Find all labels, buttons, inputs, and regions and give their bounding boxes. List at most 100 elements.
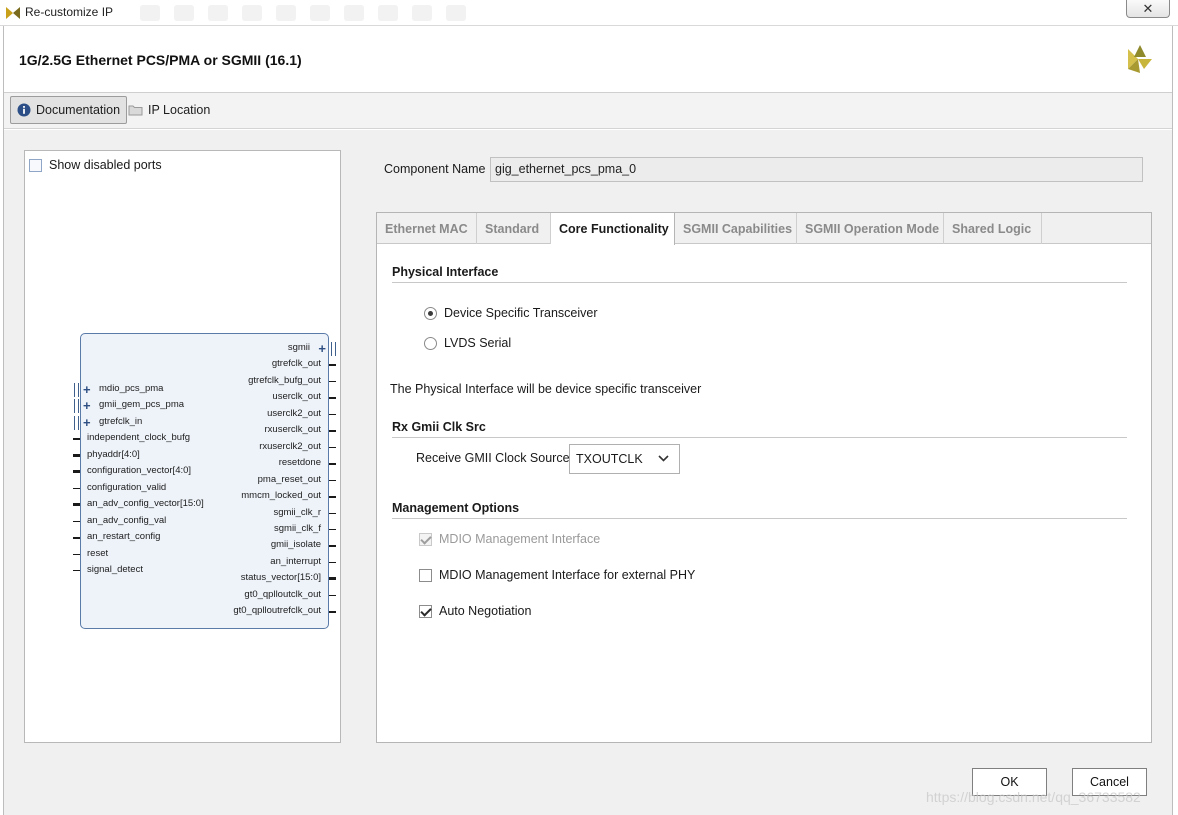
ghost-tool-icon — [174, 5, 194, 21]
radio-device-specific-transceiver[interactable]: Device Specific Transceiver — [424, 306, 598, 320]
component-name-field[interactable]: gig_ethernet_pcs_pma_0 — [490, 157, 1143, 182]
output-port[interactable]: gt0_qplloutrefclk_out — [88, 605, 336, 619]
output-port[interactable]: rxuserclk_out — [88, 424, 336, 438]
port-name: rxuserclk_out — [264, 424, 322, 436]
port-pin — [73, 553, 80, 555]
show-disabled-ports-checkbox[interactable]: Show disabled ports — [29, 158, 162, 172]
rx-gmii-clk-src-title: Rx Gmii Clk Src — [392, 420, 486, 434]
checkbox-label: MDIO Management Interface — [439, 532, 601, 546]
ip-location-button[interactable]: IP Location — [122, 96, 216, 124]
port-pin — [329, 430, 336, 432]
dialog-footer: OK Cancel — [4, 760, 1172, 815]
port-pin — [73, 453, 80, 457]
ip-block-symbol[interactable]: + mdio_pcs_pma + gmii_gem_pcs_pma + gtrefclk_… — [73, 333, 336, 629]
radio-button[interactable] — [424, 306, 437, 320]
port-name: userclk_out — [272, 391, 321, 403]
port-pin — [73, 503, 80, 507]
port-pin — [329, 446, 336, 449]
tab-core-functionality[interactable]: Core Functionality — [551, 213, 675, 245]
port-name: an_interrupt — [270, 555, 321, 567]
interface-bus-icon — [74, 383, 79, 397]
checkbox-box[interactable] — [419, 532, 432, 546]
port-pin — [329, 561, 336, 564]
config-tabs-panel: Ethernet MAC Standard Core Functionality… — [376, 212, 1152, 743]
folder-icon — [128, 104, 143, 116]
output-port[interactable]: userclk2_out — [88, 408, 336, 422]
mdio-management-interface-checkbox[interactable]: MDIO Management Interface — [419, 532, 600, 546]
output-port[interactable]: pma_reset_out — [88, 473, 336, 488]
output-port[interactable]: mmcm_locked_out — [88, 490, 336, 504]
ip-location-label: IP Location — [148, 103, 211, 117]
ghost-tool-icon — [140, 5, 160, 21]
radio-button[interactable] — [424, 336, 437, 350]
tab-shared-logic[interactable]: Shared Logic — [944, 213, 1042, 244]
ghost-tool-icon — [310, 5, 330, 21]
auto-negotiation-checkbox[interactable]: Auto Negotiation — [419, 604, 531, 618]
mdio-external-phy-checkbox[interactable]: MDIO Management Interface for external P… — [419, 568, 695, 582]
output-port[interactable]: an_interrupt — [88, 555, 336, 570]
documentation-label: Documentation — [36, 103, 121, 117]
output-port[interactable]: sgmii_clk_r — [88, 507, 336, 521]
port-pin — [329, 577, 336, 581]
tab-standard[interactable]: Standard — [477, 213, 551, 244]
section-divider — [392, 518, 1127, 519]
port-pin — [329, 496, 336, 498]
port-pin — [329, 364, 336, 366]
output-port[interactable]: resetdone — [88, 457, 336, 471]
section-divider — [392, 437, 1127, 438]
port-name: pma_reset_out — [257, 473, 321, 485]
port-pin — [73, 438, 80, 440]
port-name: resetdone — [278, 457, 321, 469]
tab-ethernet-mac[interactable]: Ethernet MAC — [377, 213, 477, 244]
checkbox-box[interactable] — [419, 604, 432, 618]
interface-bus-icon — [331, 342, 336, 356]
chevron-down-icon — [658, 455, 669, 462]
output-port[interactable]: gmii_isolate — [88, 539, 336, 553]
ghost-tool-icon — [412, 5, 432, 21]
info-icon — [17, 103, 31, 117]
selected-value: TXOUTCLK — [576, 452, 643, 466]
ghost-tool-icon — [446, 5, 466, 21]
port-pin — [73, 569, 80, 572]
port-pin — [329, 594, 336, 597]
ghost-tool-icon — [276, 5, 296, 21]
physical-interface-title: Physical Interface — [392, 265, 499, 279]
ghost-tool-icon — [208, 5, 228, 21]
documentation-button[interactable]: Documentation — [10, 96, 128, 124]
output-port[interactable]: rxuserclk2_out — [88, 441, 336, 455]
ip-toolbar: Documentation IP Location — [4, 93, 1172, 129]
output-port[interactable]: gtrefclk_out — [88, 358, 336, 372]
show-disabled-ports-label: Show disabled ports — [49, 158, 162, 172]
field-label: Receive GMII Clock Source — [416, 451, 570, 465]
checkbox-box[interactable] — [419, 568, 432, 582]
port-pin — [73, 537, 80, 539]
output-port[interactable]: status_vector[15:0] — [88, 572, 336, 586]
background-toolbar — [140, 5, 466, 21]
port-pin — [73, 520, 80, 523]
expand-plus-icon[interactable]: + — [318, 341, 326, 356]
ip-symbol-panel: Show disabled ports + mdio_pcs_pma + gmii_g… — [24, 150, 341, 743]
port-pin — [73, 470, 80, 474]
window-close-button[interactable]: ✕ — [1126, 0, 1170, 18]
tab-sgmii-capabilities[interactable]: SGMII Capabilities — [675, 213, 797, 244]
receive-gmii-clock-source-select[interactable]: TXOUTCLK — [569, 444, 680, 474]
port-pin — [329, 413, 336, 416]
window-title-bar: Re-customize IP ✕ — [0, 0, 1178, 26]
xilinx-logo-icon — [1128, 45, 1152, 73]
ghost-tool-icon — [242, 5, 262, 21]
ghost-tool-icon — [378, 5, 398, 21]
vivado-app-icon — [6, 7, 20, 19]
port-pin — [329, 380, 336, 383]
output-port[interactable]: userclk_out — [88, 391, 336, 405]
output-port[interactable]: sgmii_clk_f — [88, 522, 336, 537]
tab-sgmii-operation-mode[interactable]: SGMII Operation Mode — [797, 213, 944, 244]
dialog-header: 1G/2.5G Ethernet PCS/PMA or SGMII (16.1) — [4, 27, 1172, 93]
output-port[interactable]: sgmii + — [88, 341, 336, 356]
port-name: sgmii — [287, 342, 310, 353]
output-port[interactable]: gt0_qplloutclk_out — [88, 589, 336, 603]
radio-lvds-serial[interactable]: LVDS Serial — [424, 336, 511, 350]
port-name: sgmii_clk_f — [274, 522, 321, 534]
output-port[interactable]: gtrefclk_bufg_out — [88, 375, 336, 389]
checkbox-box[interactable] — [29, 158, 42, 172]
port-pin — [329, 528, 336, 531]
